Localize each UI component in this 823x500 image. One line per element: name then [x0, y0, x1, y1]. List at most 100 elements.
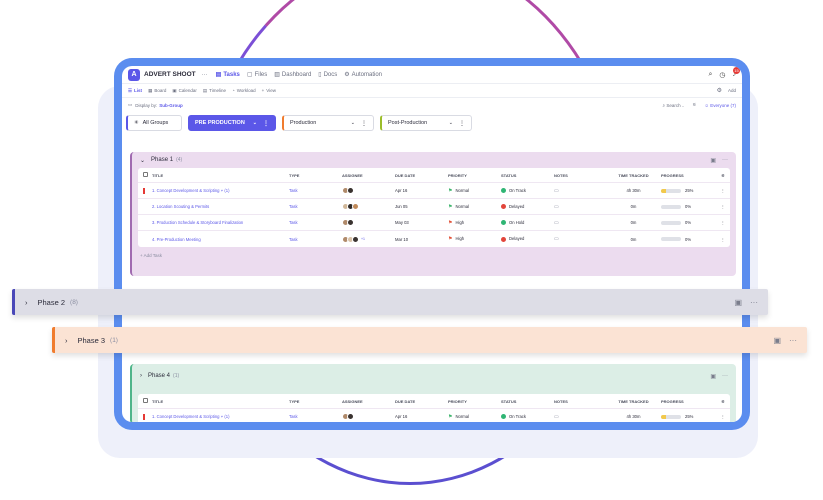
calendar-icon[interactable]: ▣: [773, 336, 781, 345]
notes-icon[interactable]: ▭: [554, 204, 606, 210]
more-icon[interactable]: ···: [750, 298, 758, 307]
col-title[interactable]: TITLE: [152, 173, 289, 178]
view-timeline[interactable]: ▤ Timeline: [203, 88, 226, 94]
add-task-button[interactable]: + Add Task: [132, 247, 736, 264]
kebab-icon[interactable]: ⋮: [459, 120, 465, 127]
chevron-down-icon[interactable]: ⌄: [140, 157, 145, 164]
tab-files[interactable]: ▢ Files: [247, 71, 267, 79]
time-tracked[interactable]: 4h 30m: [606, 188, 661, 193]
col-assignee[interactable]: ASSIGNEE: [342, 173, 395, 178]
tab-automation[interactable]: ⚙ Automation: [344, 71, 382, 79]
due-date[interactable]: May 03: [395, 220, 448, 225]
col-priority[interactable]: PRIORITY: [448, 399, 501, 404]
select-all-checkbox[interactable]: [138, 172, 152, 178]
phase-4-header[interactable]: › Phase 4 (1) ▣ ···: [132, 364, 736, 388]
table-row[interactable]: 3. Production Schedule & Storyboard Fina…: [138, 215, 730, 231]
more-icon[interactable]: ···: [722, 157, 728, 164]
tab-docs[interactable]: ▯ Docs: [318, 71, 337, 79]
more-icon[interactable]: ···: [789, 336, 797, 345]
time-tracked[interactable]: 0m: [606, 204, 661, 209]
time-tracked[interactable]: 4h 30m: [606, 414, 661, 419]
due-date[interactable]: Apr 16: [395, 414, 448, 419]
task-title[interactable]: 4. Pre-Production Meeting: [152, 237, 289, 242]
task-type[interactable]: Task: [289, 220, 342, 225]
tab-dashboard[interactable]: ▥ Dashboard: [274, 71, 311, 79]
more-icon[interactable]: ···: [722, 373, 728, 380]
settings-icon[interactable]: ⚙: [717, 87, 722, 94]
calendar-icon[interactable]: ▣: [710, 157, 716, 164]
status[interactable]: Delayed: [501, 236, 554, 242]
project-title[interactable]: ADVERT SHOOT: [144, 71, 196, 78]
more-options-icon[interactable]: ···: [202, 72, 208, 78]
group-chip-post-production[interactable]: Post-Production ⌄ ⋮: [380, 115, 472, 131]
view-list[interactable]: ☰ List: [128, 88, 142, 94]
task-type[interactable]: Task: [289, 204, 342, 209]
chevron-down-icon[interactable]: ⌄: [449, 120, 453, 126]
status[interactable]: On Track: [501, 188, 554, 194]
status[interactable]: On Track: [501, 414, 554, 420]
task-title[interactable]: 3. Production Schedule & Storyboard Fina…: [152, 220, 289, 225]
col-progress[interactable]: PROGRESS: [661, 399, 718, 404]
col-type[interactable]: TYPE: [289, 173, 342, 178]
task-type[interactable]: Task: [289, 188, 342, 193]
phase-2-bar[interactable]: › Phase 2 (8) ▣ ···: [12, 289, 768, 315]
chevron-right-icon[interactable]: ›: [140, 373, 142, 379]
table-row[interactable]: 2. Location Scouting & Permits Task Jun …: [138, 199, 730, 215]
phase-3-bar[interactable]: › Phase 3 (1) ▣ ···: [52, 327, 807, 353]
priority[interactable]: ⚑ High: [448, 220, 501, 226]
task-title[interactable]: 2. Location Scouting & Permits: [152, 204, 289, 209]
status[interactable]: Delayed: [501, 204, 554, 210]
search-icon[interactable]: ⌕: [708, 71, 712, 79]
col-time-tracked[interactable]: TIME TRACKED: [606, 399, 661, 404]
assignee-avatars[interactable]: [342, 413, 395, 420]
notification-bell[interactable]: ♪ 15: [733, 67, 740, 78]
select-all-checkbox[interactable]: [138, 398, 152, 404]
task-title[interactable]: 1. Concept Development & Scripting ⑂ (1): [152, 414, 289, 419]
notes-icon[interactable]: ▭: [554, 220, 606, 226]
chevron-down-icon[interactable]: ⌄: [253, 120, 257, 126]
assignee-avatars[interactable]: +1: [342, 235, 395, 243]
due-date[interactable]: Jun 05: [395, 204, 448, 209]
chevron-right-icon[interactable]: ›: [25, 298, 28, 307]
display-sub-group[interactable]: Sub-Group: [159, 103, 183, 108]
add-view[interactable]: + View: [262, 88, 276, 93]
priority[interactable]: ⚑ High: [448, 236, 501, 242]
due-date[interactable]: Apr 16: [395, 188, 448, 193]
row-kebab-icon[interactable]: ⋮: [718, 220, 728, 225]
col-notes[interactable]: NOTES: [554, 173, 606, 178]
columns-settings-icon[interactable]: ⚟: [718, 173, 728, 178]
col-status[interactable]: STATUS: [501, 399, 554, 404]
col-status[interactable]: STATUS: [501, 173, 554, 178]
all-groups-chip[interactable]: ✳ All Groups: [126, 115, 182, 131]
task-title[interactable]: 1. Concept Development & Scripting ⑂ (1): [152, 188, 289, 193]
col-due-date[interactable]: DUE DATE: [395, 173, 448, 178]
col-title[interactable]: TITLE: [152, 399, 289, 404]
col-progress[interactable]: PROGRESS: [661, 173, 718, 178]
timer-icon[interactable]: ◷: [719, 71, 725, 79]
priority[interactable]: ⚑ Normal: [448, 188, 501, 194]
notes-icon[interactable]: ▭: [554, 236, 606, 242]
table-row[interactable]: 4. Pre-Production Meeting Task +1 Mar 10…: [138, 231, 730, 247]
assignee-avatars[interactable]: [342, 203, 395, 210]
add-button[interactable]: Add: [728, 88, 736, 93]
kebab-icon[interactable]: ⋮: [263, 120, 269, 127]
workspace-logo[interactable]: A: [128, 68, 140, 81]
table-row[interactable]: 1. Concept Development & Scripting ⑂ (1)…: [138, 183, 730, 199]
assignee-avatars[interactable]: [342, 219, 395, 226]
task-type[interactable]: Task: [289, 414, 342, 419]
view-board[interactable]: ▦ Board: [148, 88, 166, 94]
everyone-filter[interactable]: ☺ Everyone (7): [704, 103, 736, 108]
col-notes[interactable]: NOTES: [554, 399, 606, 404]
row-kebab-icon[interactable]: ⋮: [718, 237, 728, 242]
due-date[interactable]: Mar 10: [395, 237, 448, 242]
task-type[interactable]: Task: [289, 237, 342, 242]
notes-icon[interactable]: ▭: [554, 188, 606, 194]
search-field[interactable]: ⌕ Search ..: [663, 103, 685, 108]
col-time-tracked[interactable]: TIME TRACKED: [606, 173, 661, 178]
chevron-down-icon[interactable]: ⌄: [351, 120, 355, 126]
columns-settings-icon[interactable]: ⚟: [718, 399, 728, 404]
col-assignee[interactable]: ASSIGNEE: [342, 399, 395, 404]
assignee-avatars[interactable]: [342, 187, 395, 194]
col-priority[interactable]: PRIORITY: [448, 173, 501, 178]
time-tracked[interactable]: 0m: [606, 220, 661, 225]
